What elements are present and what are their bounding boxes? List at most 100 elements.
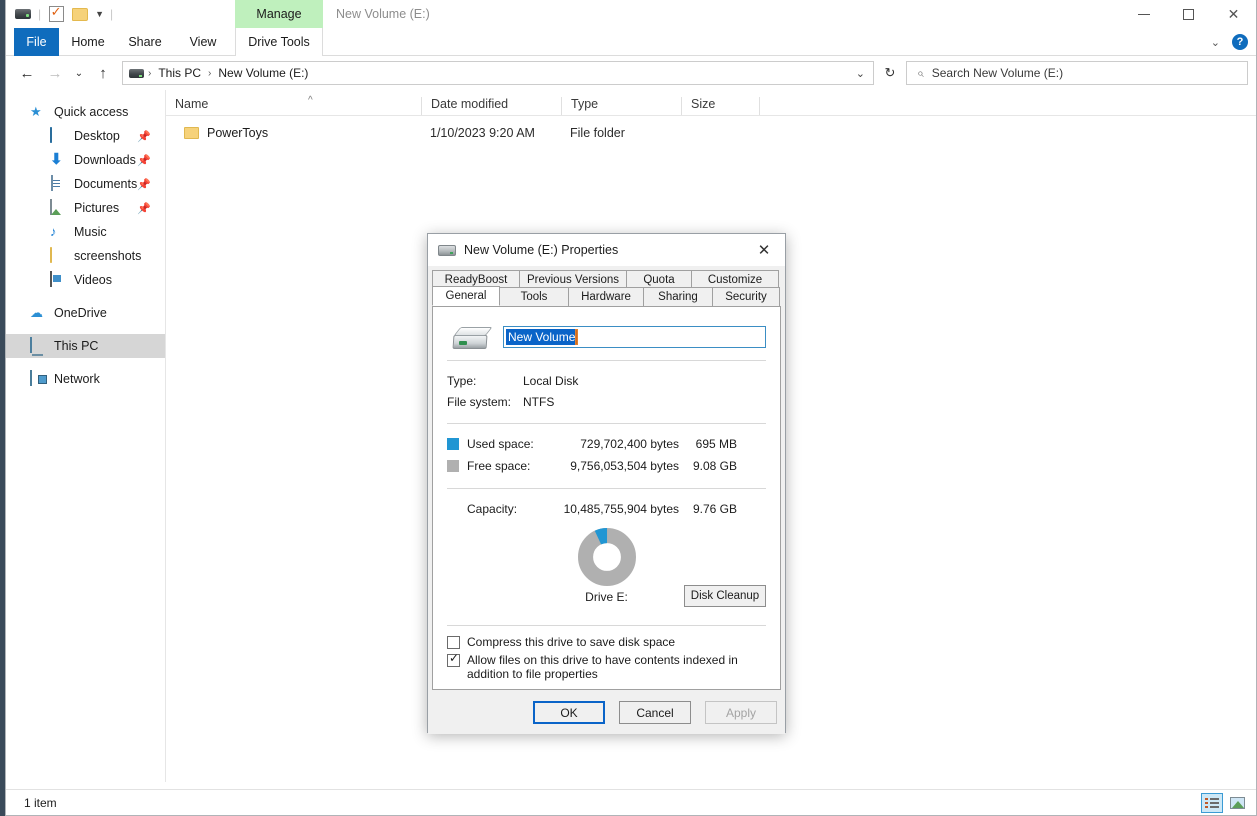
tab-security[interactable]: Security <box>712 287 780 306</box>
sidebar-item-label: screenshots <box>74 249 141 263</box>
apply-button[interactable]: Apply <box>705 701 777 724</box>
drive-icon <box>438 245 456 256</box>
minimize-button[interactable] <box>1121 0 1166 28</box>
compress-drive-checkbox-row[interactable]: Compress this drive to save disk space <box>447 635 766 649</box>
info-label: File system: <box>447 395 523 409</box>
back-button[interactable]: ← <box>14 61 40 85</box>
sidebar-item-documents[interactable]: Documents 📌 <box>6 172 165 196</box>
ok-button[interactable]: OK <box>533 701 605 724</box>
properties-icon[interactable] <box>47 5 65 23</box>
pin-icon[interactable]: 📌 <box>137 202 151 215</box>
breadcrumb-this-pc[interactable]: This PC <box>155 66 204 80</box>
capacity-spacer <box>447 503 459 515</box>
dialog-close-button[interactable]: ✕ <box>743 234 785 266</box>
sidebar-item-onedrive[interactable]: ☁ OneDrive <box>6 301 165 325</box>
details-view-icon[interactable] <box>1201 793 1223 813</box>
column-header-date-modified[interactable]: Date modified <box>421 97 561 115</box>
sidebar-item-label: Network <box>54 372 100 386</box>
sidebar-item-music[interactable]: ♪ Music <box>6 220 165 244</box>
sidebar-item-label: OneDrive <box>54 306 107 320</box>
sidebar-item-label: Desktop <box>74 129 120 143</box>
recent-locations-icon[interactable]: ⌄ <box>70 61 88 85</box>
text-caret <box>576 330 577 344</box>
pin-icon[interactable]: 📌 <box>137 130 151 143</box>
info-label: Type: <box>447 374 523 388</box>
index-contents-checkbox[interactable] <box>447 654 460 667</box>
used-space-row: Used space: 729,702,400 bytes 695 MB <box>447 433 766 455</box>
quick-access-toolbar: | ▼ | <box>14 0 113 28</box>
column-header-blank[interactable] <box>759 97 799 115</box>
drive-properties-dialog: New Volume (E:) Properties ✕ ReadyBoost … <box>427 233 786 733</box>
sidebar-item-screenshots[interactable]: screenshots <box>6 244 165 268</box>
tab-share[interactable]: Share <box>119 28 171 56</box>
pin-icon[interactable]: 📌 <box>137 154 151 167</box>
column-header-type[interactable]: Type <box>561 97 681 115</box>
picture-icon <box>50 200 66 216</box>
sidebar-gap <box>6 292 165 301</box>
refresh-icon[interactable]: ↻ <box>876 61 904 85</box>
address-breadcrumb-bar[interactable]: › This PC › New Volume (E:) ⌄ <box>122 61 874 85</box>
sidebar-item-quick-access[interactable]: ★ Quick access <box>6 100 165 124</box>
new-folder-icon[interactable] <box>71 5 89 23</box>
tab-hardware[interactable]: Hardware <box>568 287 644 306</box>
donut-chart-icon <box>578 528 636 586</box>
sidebar-item-this-pc[interactable]: This PC <box>6 334 165 358</box>
volume-name-input[interactable]: New Volume <box>503 326 766 348</box>
drive-icon[interactable] <box>14 5 32 23</box>
column-header-name[interactable]: ^ Name <box>166 97 421 115</box>
tab-home[interactable]: Home <box>63 28 113 56</box>
address-dropdown-icon[interactable]: ⌄ <box>856 67 869 80</box>
thumbnail-view-icon[interactable] <box>1226 793 1248 813</box>
search-box[interactable]: ⌕ Search New Volume (E:) <box>906 61 1248 85</box>
search-input[interactable]: Search New Volume (E:) <box>932 66 1063 80</box>
sidebar-item-label: Documents <box>74 177 137 191</box>
video-icon <box>50 272 66 288</box>
pin-icon[interactable]: 📌 <box>137 178 151 191</box>
tab-drive-tools[interactable]: Drive Tools <box>235 28 323 56</box>
sidebar-item-pictures[interactable]: Pictures 📌 <box>6 196 165 220</box>
tab-file[interactable]: File <box>14 28 59 56</box>
view-mode-buttons <box>1201 793 1248 813</box>
table-row[interactable]: PowerToys 1/10/2023 9:20 AM File folder <box>166 119 1256 146</box>
capacity-bytes: 10,485,755,904 bytes <box>553 502 679 516</box>
sidebar-item-videos[interactable]: Videos <box>6 268 165 292</box>
tab-view[interactable]: View <box>178 28 228 56</box>
customize-caret-icon[interactable]: ▼ <box>95 9 104 19</box>
hard-disk-icon <box>453 325 489 349</box>
close-button[interactable]: ✕ <box>1211 0 1256 28</box>
file-name-label: PowerToys <box>207 126 268 140</box>
tab-sharing[interactable]: Sharing <box>643 287 713 306</box>
navigation-pane: ★ Quick access Desktop 📌 ⬇ Downloads 📌 D… <box>6 90 166 782</box>
sidebar-item-downloads[interactable]: ⬇ Downloads 📌 <box>6 148 165 172</box>
breadcrumb-separator-0: › <box>148 68 151 79</box>
network-icon <box>30 371 46 387</box>
sidebar-item-desktop[interactable]: Desktop 📌 <box>6 124 165 148</box>
compress-drive-checkbox[interactable] <box>447 636 460 649</box>
disk-cleanup-button[interactable]: Disk Cleanup <box>684 585 766 607</box>
cancel-button[interactable]: Cancel <box>619 701 691 724</box>
dialog-titlebar: New Volume (E:) Properties ✕ <box>428 234 785 266</box>
breadcrumb-new-volume[interactable]: New Volume (E:) <box>215 66 311 80</box>
chevron-down-icon[interactable]: ⌄ <box>1211 36 1220 49</box>
help-icon[interactable]: ? <box>1232 34 1248 50</box>
tab-general[interactable]: General <box>432 286 500 306</box>
index-contents-checkbox-row[interactable]: Allow files on this drive to have conten… <box>447 653 766 681</box>
used-space-label: Used space: <box>467 437 553 451</box>
item-count-label: 1 item <box>14 796 57 810</box>
tab-tools[interactable]: Tools <box>499 287 569 306</box>
sidebar-item-label: Videos <box>74 273 112 287</box>
maximize-button[interactable] <box>1166 0 1211 28</box>
free-space-bytes: 9,756,053,504 bytes <box>553 459 679 473</box>
compress-drive-label: Compress this drive to save disk space <box>467 635 675 649</box>
dialog-tab-row-bottom: General Tools Hardware Sharing Security <box>432 287 779 306</box>
file-name-cell[interactable]: PowerToys <box>166 126 421 140</box>
capacity-size: 9.76 GB <box>679 502 741 516</box>
column-header-size[interactable]: Size <box>681 97 759 115</box>
up-button[interactable]: ↑ <box>90 61 116 85</box>
info-row-type: Type: Local Disk <box>447 370 766 391</box>
contextual-tab-manage[interactable]: Manage <box>235 0 323 28</box>
forward-button[interactable]: → <box>42 61 68 85</box>
drive-caption: Drive E: <box>585 590 628 604</box>
sidebar-item-label: This PC <box>54 339 98 353</box>
sidebar-item-network[interactable]: Network <box>6 367 165 391</box>
